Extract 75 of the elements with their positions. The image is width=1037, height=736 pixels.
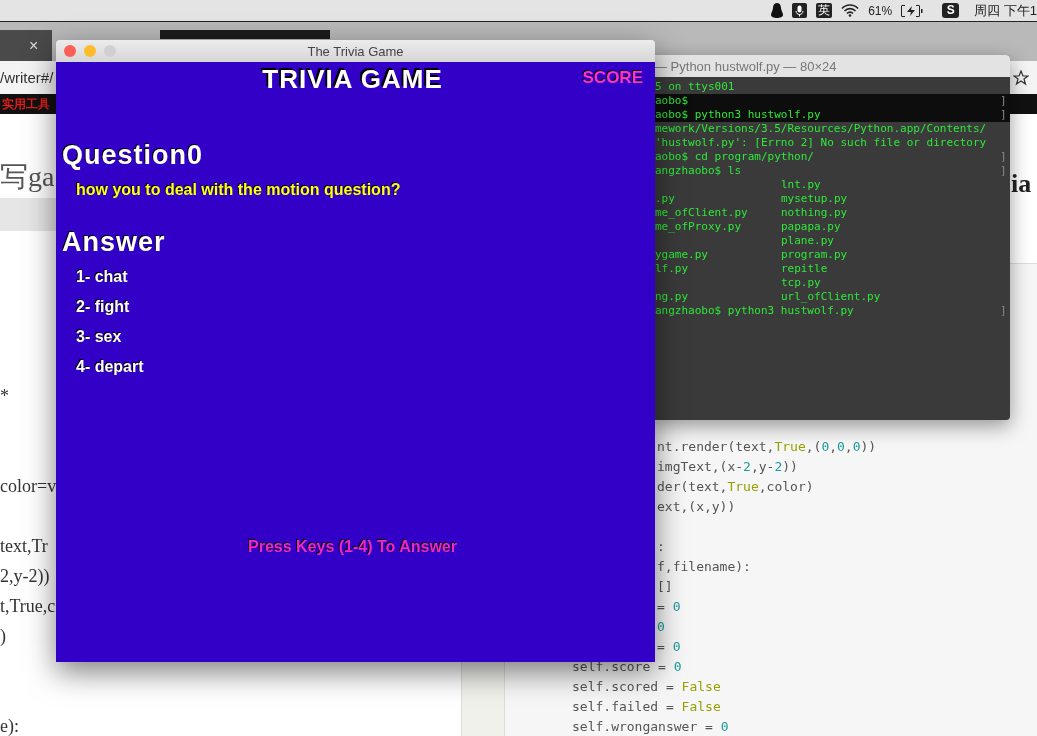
editor-text-line: 2,y-2)) xyxy=(0,565,50,587)
clock: 周四 下午1 xyxy=(974,1,1037,20)
answer-option: 1- chat xyxy=(76,268,128,288)
code-line: imgText,(x-2,y-2)) xyxy=(656,458,798,474)
answer-option: 3- sex xyxy=(76,328,122,348)
battery-percent: 61% xyxy=(868,3,893,18)
terminal-text: tcp.py xyxy=(781,276,821,290)
editor-text-line: ) xyxy=(0,625,6,647)
terminal-text: url_ofClient.py xyxy=(781,290,881,304)
input-method-indicator[interactable]: 英 xyxy=(816,3,833,18)
terminal-text: mework/Versions/3.5/Resources/Python.app/Contents/ xyxy=(655,122,987,136)
code-line: [] xyxy=(656,578,673,594)
question-heading: Question0 xyxy=(62,140,204,171)
terminal-text: me_ofProxy.py xyxy=(655,220,742,234)
terminal-text: repitle xyxy=(781,262,828,276)
code-line: nt.render(text,True,(0,0,0)) xyxy=(656,438,877,454)
terminal-text: .py xyxy=(655,192,675,206)
editor-text-line: text,Tr xyxy=(0,535,48,557)
code-line: self.scored = False xyxy=(571,678,721,694)
terminal-text: lf.py xyxy=(655,262,689,276)
answer-option: 4- depart xyxy=(76,358,144,378)
code-line: : xyxy=(656,538,665,554)
terminal-text: angzhaobo$ python3 hustwolf.py xyxy=(655,304,854,318)
terminal-text: plane.py xyxy=(781,234,834,248)
code-line: self.wronganswer = 0 xyxy=(571,718,729,734)
line-marker: ] xyxy=(1000,108,1007,122)
penguin-icon[interactable] xyxy=(771,3,784,18)
code-line: f,filename): xyxy=(656,558,751,574)
battery-icon[interactable] xyxy=(901,4,926,17)
editor-text-line: * xyxy=(0,385,9,407)
code-line: = 0 xyxy=(656,638,681,654)
editor-text-line: t,True,c xyxy=(0,595,56,617)
score-label: SCORE xyxy=(582,68,643,88)
close-tab-button[interactable]: × xyxy=(29,36,39,55)
terminal-text: ng.py xyxy=(655,290,689,304)
instruction-text: Press Keys (1-4) To Answer xyxy=(248,538,457,556)
code-line: = 0 xyxy=(656,598,681,614)
line-marker: ] xyxy=(1000,304,1007,318)
microphone-icon[interactable] xyxy=(792,3,808,18)
star-icon[interactable] xyxy=(1013,69,1029,86)
window-title: The Trivia Game xyxy=(307,43,404,59)
code-line: self.score = 0 xyxy=(571,658,682,674)
line-marker: ] xyxy=(1000,164,1007,178)
terminal-text: me_ofClient.py xyxy=(655,206,748,220)
wifi-icon[interactable] xyxy=(841,4,860,17)
terminal-text: 5 on ttys001 xyxy=(655,80,735,94)
app-badge[interactable]: S xyxy=(942,3,960,18)
terminal-text: nothing.py xyxy=(781,206,848,220)
article-title: ia xyxy=(1011,168,1033,200)
code-line: ext,(x,y)) xyxy=(656,498,736,514)
terminal-text: 'hustwolf.py': [Errno 2] No such file or directory xyxy=(655,136,987,150)
line-marker: ] xyxy=(1000,94,1007,108)
bookmark-link[interactable]: 实用工具 xyxy=(0,95,50,113)
code-line: der(text,True,color) xyxy=(656,478,814,494)
game-title: TRIVIA GAME xyxy=(262,64,443,95)
line-marker: ] xyxy=(1000,150,1007,164)
terminal-text: papapa.py xyxy=(781,220,841,234)
editor-text-line: e): xyxy=(0,715,19,736)
terminal-text: aobo$ xyxy=(655,94,689,108)
terminal-text: aobo$ cd program/python/ xyxy=(655,150,814,164)
terminal-text: aobo$ python3 hustwolf.py xyxy=(655,108,821,122)
terminal-text: angzhaobo$ ls xyxy=(655,164,742,178)
editor-text-line: color=v xyxy=(0,475,57,497)
answer-heading: Answer xyxy=(62,227,166,258)
terminal-text: mysetup.py xyxy=(781,192,848,206)
code-line: 0 xyxy=(656,618,665,634)
question-text: how you to deal with the motion question? xyxy=(76,181,401,199)
code-line: self.failed = False xyxy=(571,698,721,714)
terminal-text: lnt.py xyxy=(781,178,821,192)
url-field[interactable]: /writer#/ xyxy=(0,69,54,86)
answer-option: 2- fight xyxy=(76,298,130,318)
terminal-text: ygame.py xyxy=(655,248,708,262)
terminal-text: program.py xyxy=(781,248,848,262)
browser-tab[interactable]: × xyxy=(0,30,52,61)
title-field[interactable]: 写ga xyxy=(0,158,55,198)
